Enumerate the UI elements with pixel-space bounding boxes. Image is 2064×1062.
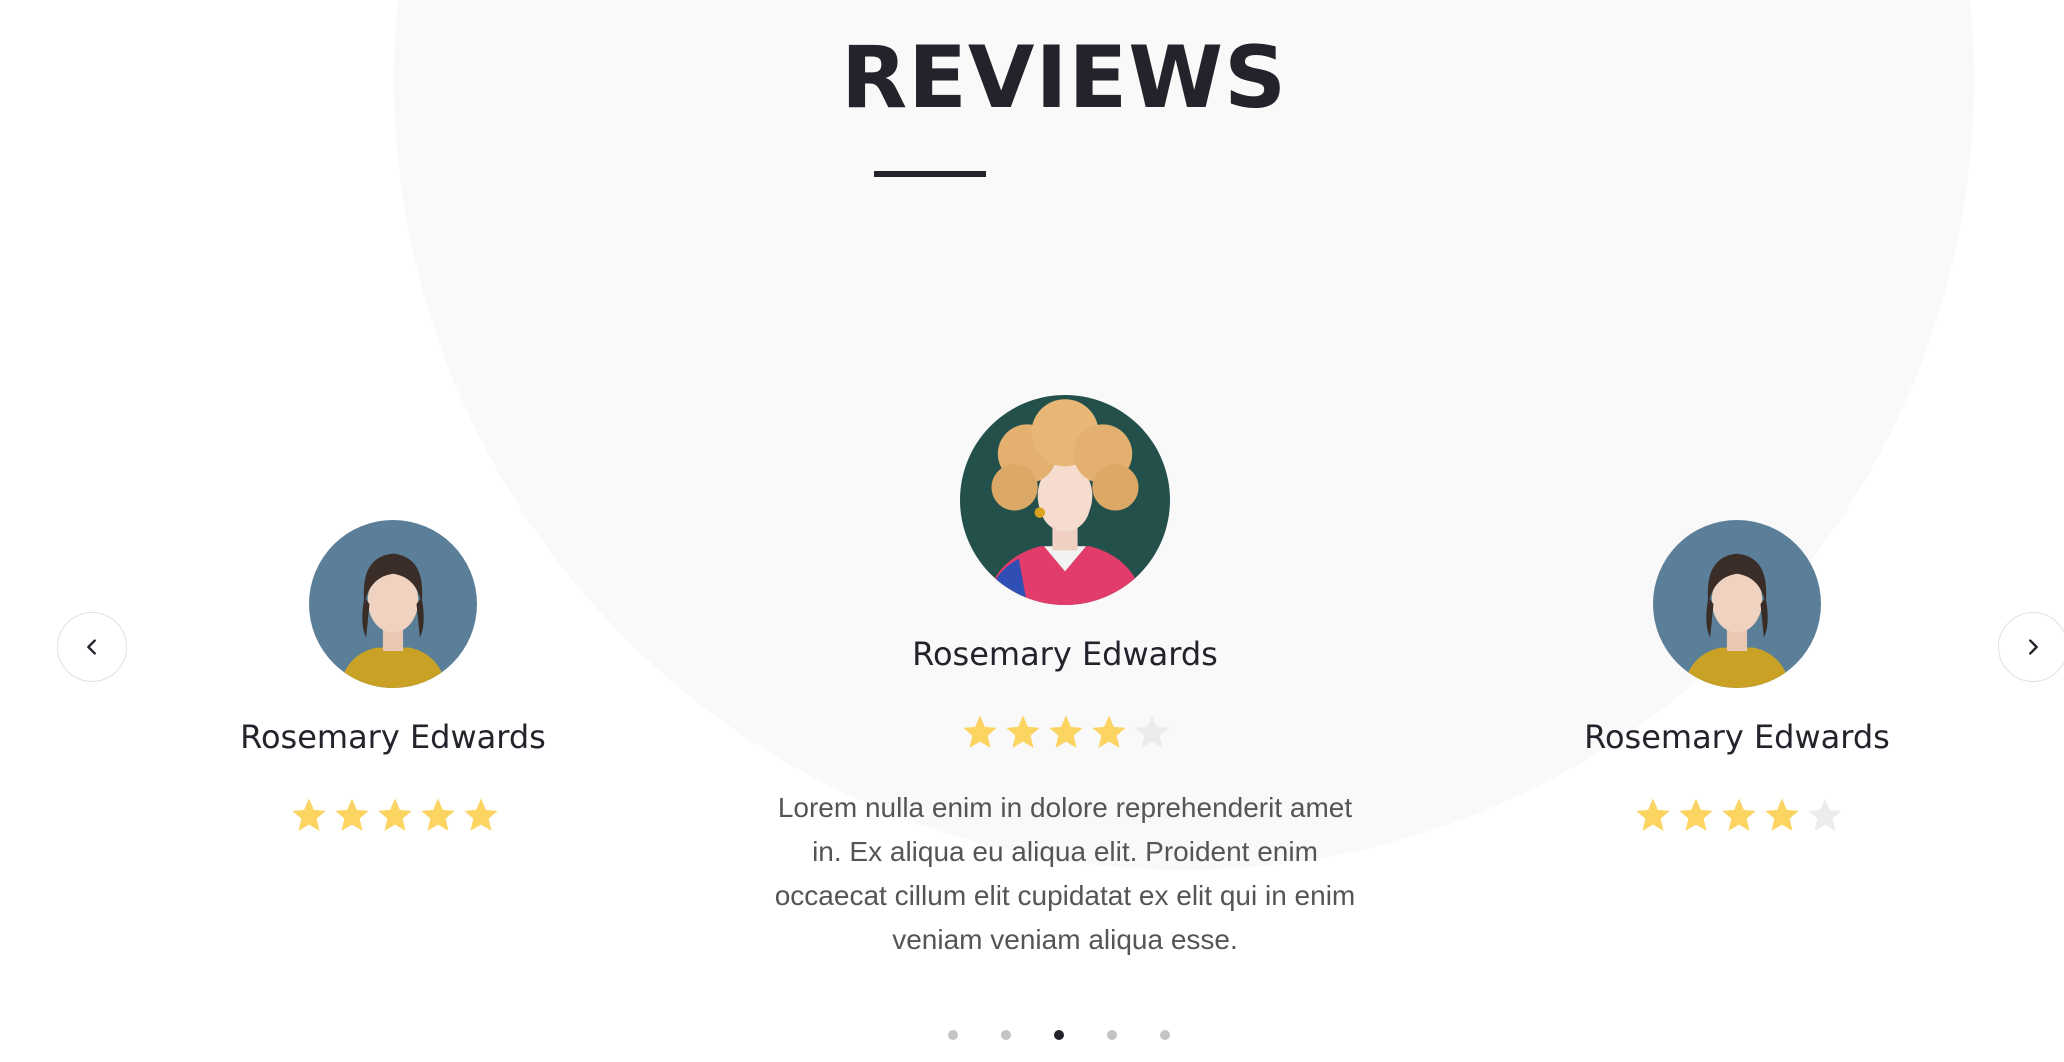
chevron-right-icon [2029,639,2038,655]
pagination-dot[interactable] [948,1030,958,1040]
star-filled-icon [1722,798,1756,831]
star-empty-icon [1808,798,1842,831]
star-rating [960,712,1172,752]
pagination-dot[interactable] [1107,1030,1117,1040]
pagination-dot[interactable] [1001,1030,1011,1040]
carousel-prev-button[interactable] [57,612,127,682]
carousel-next-button[interactable] [1998,612,2064,682]
reviewer-name: Rosemary Edwards [912,635,1218,673]
title-underline [874,171,986,177]
carousel-pagination [948,1030,1170,1040]
woman-portrait-icon [1653,520,1821,688]
star-empty-icon [1135,715,1169,748]
star-filled-icon [1679,798,1713,831]
star-filled-icon [963,715,997,748]
star-filled-icon [1092,715,1126,748]
star-rating [289,795,501,835]
reviewer-name: Rosemary Edwards [1584,718,1890,756]
pagination-dot-active[interactable] [1054,1030,1064,1040]
person-curly-hair-portrait-icon [960,395,1170,605]
avatar [960,395,1170,605]
review-text: Lorem nulla enim in dolore reprehenderit… [774,792,1356,955]
star-filled-icon [1049,715,1083,748]
chevron-left-icon [87,639,96,655]
avatar [1653,520,1821,688]
avatar [309,520,477,688]
star-filled-icon [1765,798,1799,831]
pagination-dot[interactable] [1160,1030,1170,1040]
star-filled-icon [335,798,369,831]
reviewer-name: Rosemary Edwards [240,718,546,756]
star-filled-icon [1006,715,1040,748]
star-filled-icon [292,798,326,831]
star-filled-icon [464,798,498,831]
star-rating [1633,795,1845,835]
section-title: REVIEWS [840,28,1288,128]
woman-portrait-icon [309,520,477,688]
star-filled-icon [421,798,455,831]
star-filled-icon [1636,798,1670,831]
star-filled-icon [378,798,412,831]
